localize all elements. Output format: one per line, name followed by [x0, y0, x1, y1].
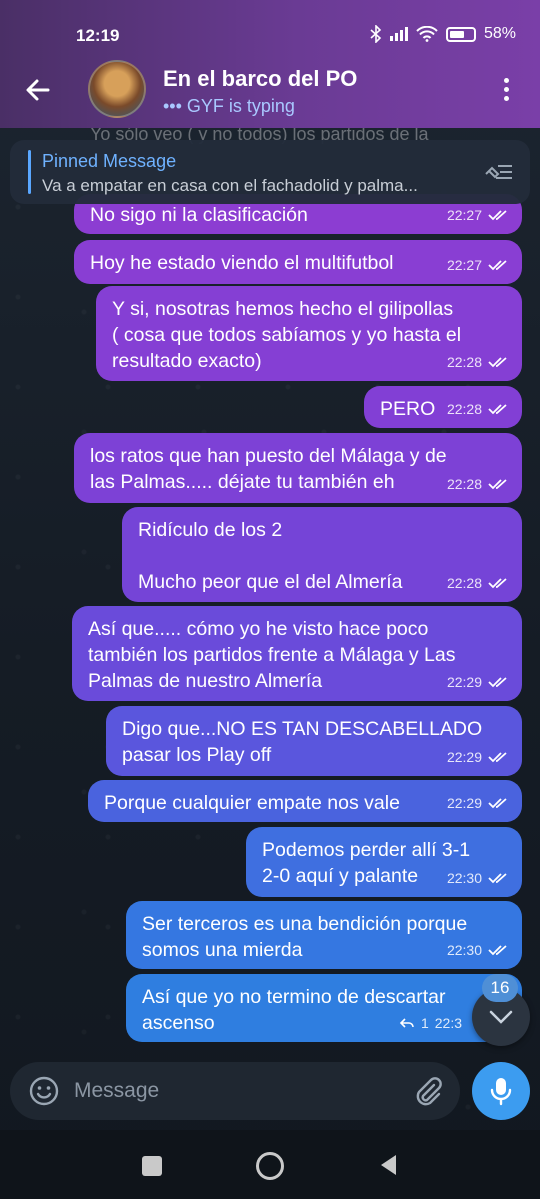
message-bubble[interactable]: Digo que...NO ES TAN DESCABELLADO pasar … — [106, 706, 522, 776]
chat-header: 12:19 58% En el barco del PO ••• GYF is … — [0, 0, 540, 128]
emoji-icon[interactable] — [28, 1075, 60, 1107]
message-time: 22:29 — [446, 749, 482, 765]
message-text: los ratos que han puesto del Málaga y de… — [90, 445, 447, 493]
read-checks-icon — [488, 945, 507, 956]
pinned-message-bar[interactable]: Pinned Message Va a empatar en casa con … — [10, 140, 530, 204]
message-time: 22:28 — [446, 575, 482, 591]
message-time: 22:30 — [446, 942, 482, 958]
battery-percent: 58% — [483, 25, 516, 42]
chat-title[interactable]: En el barco del PO — [163, 66, 357, 92]
unread-count-badge: 16 — [482, 974, 518, 1002]
message-text: Hoy he estado viendo el multifutbol — [90, 252, 394, 274]
more-options-icon[interactable] — [504, 78, 510, 102]
message-time: 22:29 — [446, 674, 482, 690]
typing-dots-icon: ••• — [163, 96, 187, 116]
read-checks-icon — [488, 260, 507, 271]
voice-record-button[interactable] — [472, 1062, 530, 1120]
attach-icon[interactable] — [412, 1075, 444, 1107]
message-time: 22:28 — [446, 354, 482, 370]
message-time: 22:28 — [446, 401, 482, 417]
message-bubble[interactable]: Hoy he estado viendo el multifutbol 22:2… — [74, 240, 522, 284]
reply-icon — [399, 1018, 414, 1028]
battery-icon — [445, 26, 476, 42]
home-icon[interactable] — [256, 1152, 284, 1180]
microphone-icon — [490, 1078, 512, 1106]
signal-icon — [389, 27, 408, 41]
read-checks-icon — [488, 798, 507, 809]
message-bubble[interactable]: Ridículo de los 2 Mucho peor que el del … — [122, 507, 522, 602]
read-checks-icon — [488, 479, 507, 490]
system-nav-bar — [0, 1130, 540, 1199]
read-checks-icon — [488, 210, 507, 221]
read-checks-icon — [488, 578, 507, 589]
message-bubble[interactable]: Podemos perder allí 3-1 2-0 aquí y palan… — [246, 827, 522, 897]
read-checks-icon — [488, 752, 507, 763]
message-composer — [10, 1062, 460, 1120]
chevron-down-icon — [489, 1010, 513, 1024]
message-bubble[interactable]: Ser terceros es una bendición porque som… — [126, 901, 522, 969]
message-text: No sigo ni la clasificación — [90, 204, 308, 226]
message-bubble[interactable]: Así que..... cómo yo he visto hace poco … — [72, 606, 522, 701]
message-text: Así que..... cómo yo he visto hace poco … — [88, 618, 456, 692]
message-time: 22:3 — [434, 1015, 462, 1031]
message-time: 22:30 — [446, 870, 482, 886]
back-arrow-icon[interactable] — [22, 74, 54, 106]
message-time: 22:28 — [446, 476, 482, 492]
message-bubble[interactable]: PERO 22:28 — [364, 386, 522, 428]
status-bar: 12:19 58% — [0, 20, 540, 50]
pinned-text: Va a empatar en casa con el fachadolid y… — [42, 176, 418, 195]
message-text: Porque cualquier empate nos vale — [104, 792, 400, 814]
wifi-icon — [416, 26, 438, 42]
message-bubble[interactable]: Así que yo no termino de descartar ascen… — [126, 974, 522, 1042]
back-nav-icon[interactable] — [376, 1152, 402, 1178]
message-time: 22:29 — [446, 795, 482, 811]
message-bubble[interactable]: Porque cualquier empate nos vale 22:29 — [88, 780, 522, 822]
recents-icon[interactable] — [142, 1156, 162, 1176]
group-avatar[interactable] — [88, 60, 146, 118]
message-bubble[interactable]: los ratos que han puesto del Málaga y de… — [74, 433, 522, 503]
status-time: 12:19 — [76, 26, 120, 45]
bluetooth-icon — [370, 25, 382, 43]
read-checks-icon — [488, 404, 507, 415]
typing-status: ••• GYF is typing — [163, 96, 295, 116]
pinned-indicator — [28, 150, 31, 194]
message-time: 22:27 — [446, 207, 482, 223]
message-time: 22:27 — [446, 257, 482, 273]
message-input[interactable] — [74, 1072, 404, 1110]
read-checks-icon — [488, 677, 507, 688]
pin-list-icon[interactable] — [482, 160, 516, 184]
reply-count: 1 — [420, 1015, 429, 1031]
message-bubble[interactable]: Y si, nosotras hemos hecho el gilipollas… — [96, 286, 522, 381]
pinned-label: Pinned Message — [42, 151, 177, 171]
message-text: PERO — [380, 398, 436, 420]
read-checks-icon — [488, 357, 507, 368]
read-checks-icon — [488, 873, 507, 884]
